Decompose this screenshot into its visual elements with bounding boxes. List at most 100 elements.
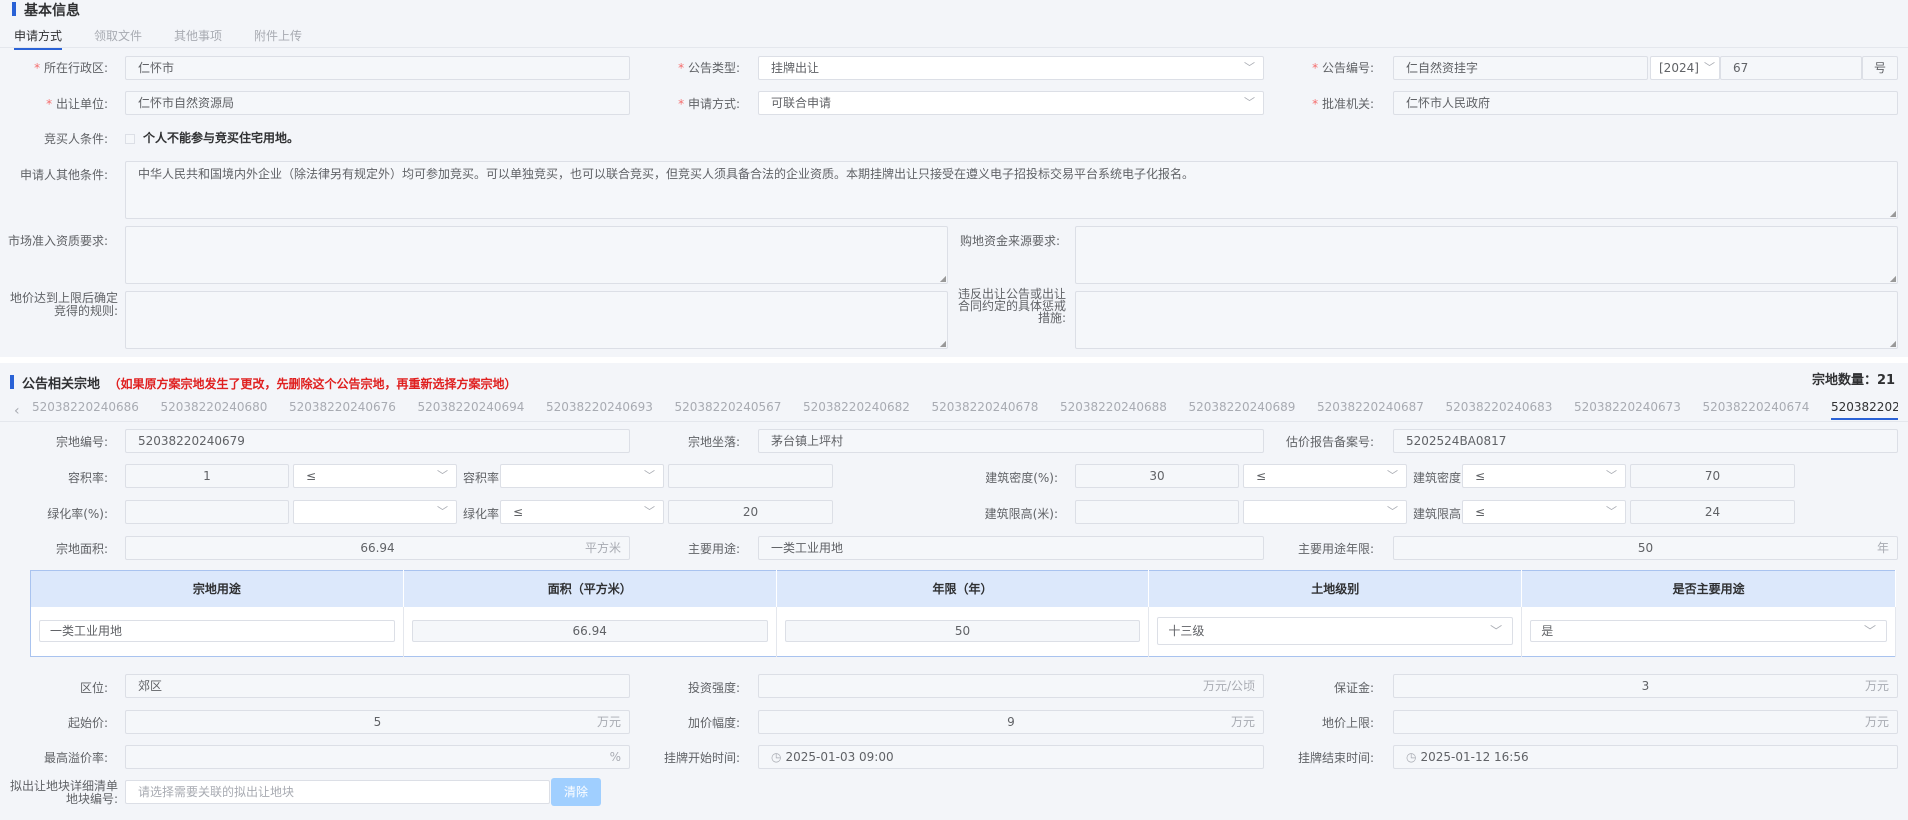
chevron-down-icon: ﹀ (644, 505, 655, 518)
resize-grip-icon[interactable]: ◢ (940, 340, 946, 348)
notice-no-label: 公告编号: (1270, 60, 1374, 76)
seller-field[interactable]: 仁怀市自然资源局 (125, 91, 630, 115)
start-price-label: 起始价: (67, 716, 108, 730)
violation-textarea[interactable]: ◢ (1075, 291, 1898, 349)
plot-tab[interactable]: 52038220240689 (1189, 400, 1296, 414)
increment-field[interactable]: 9 万元 (758, 710, 1264, 734)
apply-mode-value: 可联合申请 (771, 96, 832, 110)
plot-tab[interactable]: 52038220240693 (546, 400, 653, 414)
market-label: 市场准入资质要求: (7, 234, 108, 248)
row-years-input[interactable]: 50 (784, 620, 1141, 643)
apply-mode-select[interactable]: 可联合申请 ﹀ (758, 91, 1264, 115)
cap-unit: 万元 (1864, 715, 1889, 729)
plot-code-field[interactable]: 52038220240679 (125, 429, 630, 453)
row-is-main-select[interactable]: 是 ﹀ (1530, 620, 1887, 643)
clock-icon: ◷ (771, 750, 782, 764)
far-max-field[interactable] (668, 464, 833, 488)
green-max-field[interactable]: 20 (668, 500, 833, 524)
plot-tab[interactable]: 52038220240687 (1317, 400, 1424, 414)
cap-label: 地价上限: (1321, 716, 1374, 730)
other-cond-textarea[interactable]: 中华人民共和国境内外企业（除法律另有规定外）均可参加竞买。可以单独竞买，也可以联… (125, 161, 1898, 219)
end-time-picker[interactable]: ◷ 2025-01-12 16:56 (1393, 745, 1898, 769)
chevron-down-icon: ﹀ (1244, 61, 1255, 74)
far-op-select[interactable]: ≤ ﹀ (293, 464, 457, 488)
start-time-picker[interactable]: ◷ 2025-01-03 09:00 (758, 745, 1264, 769)
far-label: 容积率: (67, 471, 108, 485)
green-min-field[interactable] (125, 500, 289, 524)
price-rule-textarea[interactable]: ◢ (125, 291, 948, 349)
approver-field[interactable]: 仁怀市人民政府 (1393, 91, 1898, 115)
area-unit: 平方米 (584, 541, 621, 555)
valuation-field[interactable]: 5202524BA0817 (1393, 429, 1898, 453)
plot-tab[interactable]: 52038220240673 (1574, 400, 1681, 414)
plot-tab[interactable]: 5203822024 (1831, 400, 1898, 420)
deposit-field[interactable]: 3 万元 (1393, 674, 1898, 698)
bidder-cond-checkbox-row[interactable]: 个人不能参与竞买住宅用地。 (125, 130, 299, 146)
premium-unit: % (609, 750, 621, 764)
chevron-left-icon[interactable]: ‹ (14, 403, 20, 419)
resize-grip-icon[interactable]: ◢ (1890, 210, 1896, 218)
start-price-field[interactable]: 5 万元 (125, 710, 630, 734)
notice-type-select[interactable]: 挂牌出让 ﹀ (758, 56, 1264, 80)
plot-tab[interactable]: 52038220240567 (675, 400, 782, 414)
premium-field[interactable]: % (125, 745, 630, 769)
density-op2-select[interactable]: ≤ ﹀ (1462, 464, 1626, 488)
plots-warning-text: （如果原方案宗地发生了更改，先删除这个公告宗地，再重新选择方案宗地） (108, 377, 517, 391)
notice-no-num-field[interactable]: 67 (1720, 56, 1862, 80)
resize-grip-icon[interactable]: ◢ (1890, 275, 1896, 283)
far-min-field[interactable]: 1 (125, 464, 289, 488)
fund-textarea[interactable]: ◢ (1075, 226, 1898, 284)
planned-select[interactable]: 请选择需要关联的拟出让地块 (125, 780, 550, 804)
resize-grip-icon[interactable]: ◢ (1890, 340, 1896, 348)
resize-grip-icon[interactable]: ◢ (940, 275, 946, 283)
height-label: 建筑限高(米): (984, 507, 1058, 521)
height-max-field[interactable]: 24 (1630, 500, 1795, 524)
far-op2-select[interactable]: ﹀ (500, 464, 664, 488)
chevron-down-icon: ﹀ (1387, 469, 1398, 482)
area-field[interactable]: 66.94 平方米 (125, 536, 630, 560)
density-min-field[interactable]: 30 (1075, 464, 1239, 488)
row-use-input[interactable]: 一类工业用地 (39, 620, 395, 643)
row-years-value: 50 (954, 624, 971, 639)
end-time-value: 2025-01-12 16:56 (1420, 750, 1529, 764)
plot-tab[interactable]: 52038220240680 (161, 400, 268, 414)
row-grade-select[interactable]: 十三级 ﹀ (1157, 617, 1514, 646)
notice-year-select[interactable]: [2024] ﹀ (1650, 56, 1720, 80)
green-op-select[interactable]: ﹀ (293, 500, 457, 524)
main-years-unit: 年 (1876, 541, 1889, 555)
plot-tab[interactable]: 52038220240682 (803, 400, 910, 414)
increment-label: 加价幅度: (687, 716, 740, 730)
notice-no-prefix-field[interactable]: 仁自然资挂字 (1393, 56, 1648, 80)
row-area-input[interactable]: 66.94 (411, 620, 768, 643)
plot-tab[interactable]: 52038220240676 (289, 400, 396, 414)
cap-field[interactable]: 万元 (1393, 710, 1898, 734)
density-op-select[interactable]: ≤ ﹀ (1243, 464, 1407, 488)
plot-tab[interactable]: 52038220240686 (32, 400, 139, 414)
checkbox-icon[interactable] (125, 133, 135, 144)
height-op2-value: ≤ (1475, 505, 1486, 519)
density-max-field[interactable]: 70 (1630, 464, 1795, 488)
main-years-field[interactable]: 50 年 (1393, 536, 1898, 560)
plot-tab[interactable]: 52038220240674 (1703, 400, 1810, 414)
notice-no-prefix: 仁自然资挂字 (1406, 61, 1479, 75)
invest-field[interactable]: 万元/公顷 (758, 674, 1264, 698)
violation-label: 违反出让公告或出让合同约定的具体惩戒措施: (957, 287, 1066, 325)
plot-location-field[interactable]: 茅台镇上坪村 (758, 429, 1264, 453)
plot-tab[interactable]: 52038220240683 (1446, 400, 1553, 414)
market-textarea[interactable]: ◢ (125, 226, 948, 284)
main-use-field[interactable]: 一类工业用地 (758, 536, 1264, 560)
plot-tab[interactable]: 52038220240678 (932, 400, 1039, 414)
plot-tab[interactable]: 52038220240688 (1060, 400, 1167, 414)
density-label: 建筑密度(%): (985, 471, 1058, 485)
height-op-select[interactable]: ﹀ (1243, 500, 1407, 524)
chevron-down-icon: ﹀ (1387, 505, 1398, 518)
height-op2-select[interactable]: ≤ ﹀ (1462, 500, 1626, 524)
green-op2-select[interactable]: ≤ ﹀ (500, 500, 664, 524)
clear-button[interactable]: 清除 (551, 778, 601, 806)
chevron-down-icon: ﹀ (644, 469, 655, 482)
region-field[interactable]: 仁怀市 (125, 56, 630, 80)
height-min-field[interactable] (1075, 500, 1239, 524)
plot-tab[interactable]: 52038220240694 (418, 400, 525, 414)
height-label2: 建筑限高 (1412, 507, 1461, 521)
zone-field[interactable]: 郊区 (125, 674, 630, 698)
